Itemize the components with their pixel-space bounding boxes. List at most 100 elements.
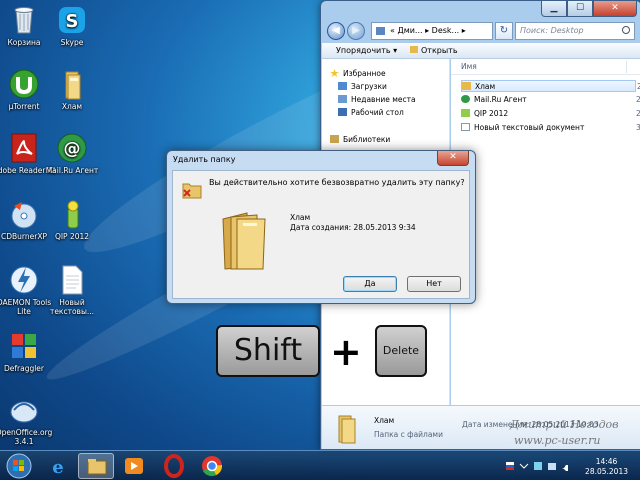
dialog-file-created: Дата создания: 28.05.2013 9:34: [290, 223, 416, 232]
text-document-icon: [56, 264, 88, 296]
qip-icon: [461, 109, 470, 117]
dialog-close-button[interactable]: ✕: [437, 151, 469, 166]
shift-key: Shift: [216, 325, 320, 377]
column-header-label: Имя: [461, 62, 477, 71]
desktop-icon-mailru[interactable]: @ Mail.Ru Агент: [39, 132, 105, 175]
desktop-icon-skype[interactable]: S Skype: [39, 4, 105, 47]
windows-start-icon: [6, 453, 32, 479]
desktop-icon-text-document[interactable]: Новый текстовы...: [39, 264, 105, 316]
desktop-icon-label: Defraggler: [3, 364, 44, 373]
nav-label: Недавние места: [351, 95, 416, 104]
nav-label: Рабочий стол: [351, 108, 404, 117]
details-name: Хлам: [374, 416, 395, 425]
nav-item-desktop[interactable]: Рабочий стол: [338, 106, 404, 119]
file-row[interactable]: Mail.Ru Агент 26: [461, 94, 640, 106]
folder-icon: [376, 27, 385, 35]
recycle-bin-icon: [8, 4, 40, 36]
file-date: 26: [636, 109, 640, 118]
file-row[interactable]: Новый текстовый документ 31: [461, 122, 640, 134]
desktop-icon-openoffice[interactable]: OpenOffice.org 3.4.1: [0, 394, 57, 446]
svg-text:e: e: [52, 457, 63, 478]
nav-item-favorites[interactable]: Избранное: [330, 67, 386, 80]
delete-folder-icon: [182, 183, 202, 199]
navigation-bar: ◀ ▶ « Дми... ▸ Desk... ▸ ↻ Поиск: Deskto…: [327, 21, 635, 41]
file-name: Mail.Ru Агент: [474, 95, 527, 104]
refresh-button[interactable]: ↻: [495, 22, 513, 40]
yes-button[interactable]: Да: [343, 276, 397, 292]
nav-label: Избранное: [343, 69, 386, 78]
taskbar-opera[interactable]: [156, 453, 192, 479]
organize-button[interactable]: Упорядочить ▾: [336, 43, 397, 59]
desktop-icon-label: Mail.Ru Агент: [45, 166, 99, 175]
file-name: Новый текстовый документ: [474, 123, 585, 132]
desktop-icon-folder[interactable]: Хлам: [39, 68, 105, 111]
folder-icon: [56, 68, 88, 100]
star-icon: [330, 69, 339, 77]
desktop-icon-label: QIP 2012: [54, 232, 90, 241]
system-tray: [506, 462, 568, 471]
daemon-tools-icon: [8, 264, 40, 296]
delete-key: Delete: [375, 325, 427, 377]
qip-icon: [56, 198, 88, 230]
start-button[interactable]: [2, 451, 36, 480]
close-button[interactable]: ✕: [593, 1, 637, 17]
ie-icon: e: [52, 457, 63, 478]
svg-text:S: S: [66, 11, 79, 32]
text-document-icon: [461, 123, 470, 131]
details-type: Папка с файлами: [374, 430, 443, 439]
defraggler-icon: [8, 330, 40, 362]
plus-sign: +: [330, 330, 362, 374]
taskbar-explorer[interactable]: [78, 453, 114, 479]
clock-time: 14:46: [595, 457, 618, 466]
back-button[interactable]: ◀: [327, 22, 345, 40]
column-header-name[interactable]: Имя: [451, 59, 640, 75]
open-button[interactable]: Открыть ▾: [410, 43, 458, 71]
taskbar-ie[interactable]: e: [40, 453, 76, 479]
dialog-body: Вы действительно хотите безвозвратно уда…: [172, 170, 470, 299]
file-name: Хлам: [475, 82, 496, 91]
file-row[interactable]: Хлам28: [461, 80, 640, 92]
svg-text:@: @: [64, 139, 81, 159]
file-name: QIP 2012: [474, 109, 509, 118]
watermark-url: www.pc-user.ru: [514, 434, 601, 447]
cdburnerxp-icon: [8, 198, 40, 230]
file-list: Имя Хлам28 Mail.Ru Агент 26 QIP 2012 26 Но…: [451, 59, 640, 405]
nav-label: Загрузки: [351, 82, 387, 91]
column-separator: [626, 61, 627, 73]
folder-icon: [222, 212, 266, 270]
desktop-icon-qip[interactable]: QIP 2012: [39, 198, 105, 241]
mailru-agent-icon: @: [56, 132, 88, 164]
command-bar: Упорядочить ▾ Открыть ▾: [322, 43, 640, 71]
taskbar-chrome[interactable]: [194, 453, 230, 479]
nav-item-downloads[interactable]: Загрузки: [338, 80, 387, 93]
chrome-icon: [202, 456, 223, 476]
desktop-icon-label: Новый текстовы...: [49, 298, 95, 316]
search-placeholder: Поиск: Desktop: [520, 26, 584, 35]
dialog-question: Вы действительно хотите безвозвратно уда…: [209, 178, 465, 187]
desktop-icon-label: Хлам: [61, 102, 83, 111]
forward-button[interactable]: ▶: [347, 22, 365, 40]
utorrent-icon: [8, 68, 40, 100]
no-button[interactable]: Нет: [407, 276, 461, 292]
desktop-icon-label: OpenOffice.org 3.4.1: [0, 428, 53, 446]
folder-icon: [338, 415, 356, 444]
nav-label: Библиотеки: [343, 135, 391, 144]
minimize-button[interactable]: ▁: [541, 1, 567, 17]
folder-icon: [462, 82, 471, 90]
taskbar-media-player[interactable]: [116, 453, 152, 479]
explorer-icon: [87, 459, 107, 475]
nav-item-recent[interactable]: Недавние места: [338, 93, 416, 106]
desktop-icon-defraggler[interactable]: Defraggler: [0, 330, 57, 373]
opera-icon: [164, 454, 184, 478]
maximize-button[interactable]: ☐: [567, 1, 593, 17]
search-input[interactable]: Поиск: Desktop: [515, 22, 635, 40]
mailru-agent-icon: [461, 95, 470, 103]
nav-item-libraries[interactable]: Библиотеки: [330, 133, 390, 146]
delete-folder-dialog: Удалить папку ✕ Вы действительно хотите …: [166, 150, 476, 304]
address-text: « Дми... ▸ Desk... ▸: [390, 26, 466, 35]
file-row[interactable]: QIP 2012 26: [461, 108, 640, 120]
dialog-file-name: Хлам: [290, 213, 311, 222]
clock[interactable]: 14:46 28.05.2013: [585, 457, 628, 477]
libraries-icon: [330, 135, 339, 143]
address-bar[interactable]: « Дми... ▸ Desk... ▸: [371, 22, 493, 40]
